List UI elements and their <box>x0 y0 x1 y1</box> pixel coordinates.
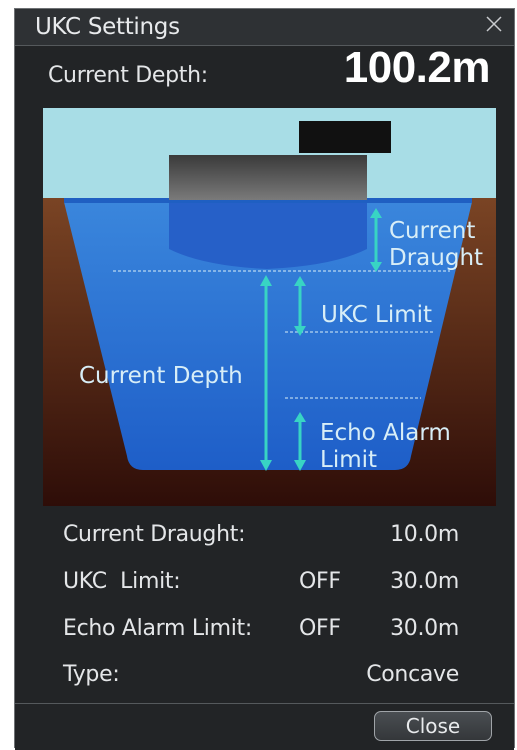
current-draught-label-line1: Current <box>389 218 475 244</box>
current-draught-row: Current Draught: 10.0m <box>63 522 475 554</box>
echo-alarm-limit-row: Echo Alarm Limit: OFF 30.0m <box>63 616 475 648</box>
current-draught-label-line2: Draught <box>389 245 483 271</box>
current-depth-label: Current Depth: <box>48 63 208 88</box>
ukc-limit-value[interactable]: 30.0m <box>390 569 459 594</box>
echo-alarm-label-line1: Echo Alarm <box>320 420 451 446</box>
dialog-footer: Close <box>15 703 514 750</box>
dialog-title: UKC Settings <box>35 14 180 40</box>
current-draught-label: Current Draught: <box>63 522 246 547</box>
ukc-limit-row: UKC Limit: OFF 30.0m <box>63 569 475 601</box>
ukc-diagram: Current Draught UKC Limit Current Depth … <box>43 108 496 506</box>
close-button[interactable]: Close <box>374 711 492 741</box>
hull-below-water <box>169 203 367 269</box>
echo-alarm-limit-value[interactable]: 30.0m <box>390 616 459 641</box>
ukc-limit-diagram-label: UKC Limit <box>321 302 432 328</box>
ukc-diagram-svg: Current Draught UKC Limit Current Depth … <box>43 108 496 506</box>
echo-alarm-limit-status[interactable]: OFF <box>299 616 341 641</box>
current-depth-diagram-label: Current Depth <box>79 363 243 389</box>
title-bar: UKC Settings <box>15 9 514 46</box>
hull-above-water <box>169 155 367 200</box>
type-value[interactable]: Concave <box>366 662 459 687</box>
close-icon[interactable] <box>482 12 506 36</box>
ukc-settings-dialog: UKC Settings Current Depth: 100.2m Curre… <box>14 8 515 750</box>
echo-alarm-label-line2: Limit <box>320 447 377 473</box>
ukc-limit-label: UKC Limit: <box>63 569 181 594</box>
current-depth-value: 100.2m <box>343 43 491 92</box>
current-draught-value[interactable]: 10.0m <box>390 522 459 547</box>
ukc-limit-status[interactable]: OFF <box>299 569 341 594</box>
type-row: Type: Concave <box>63 662 475 694</box>
superstructure <box>299 121 391 153</box>
echo-alarm-limit-label: Echo Alarm Limit: <box>63 616 252 641</box>
type-label: Type: <box>63 662 120 687</box>
